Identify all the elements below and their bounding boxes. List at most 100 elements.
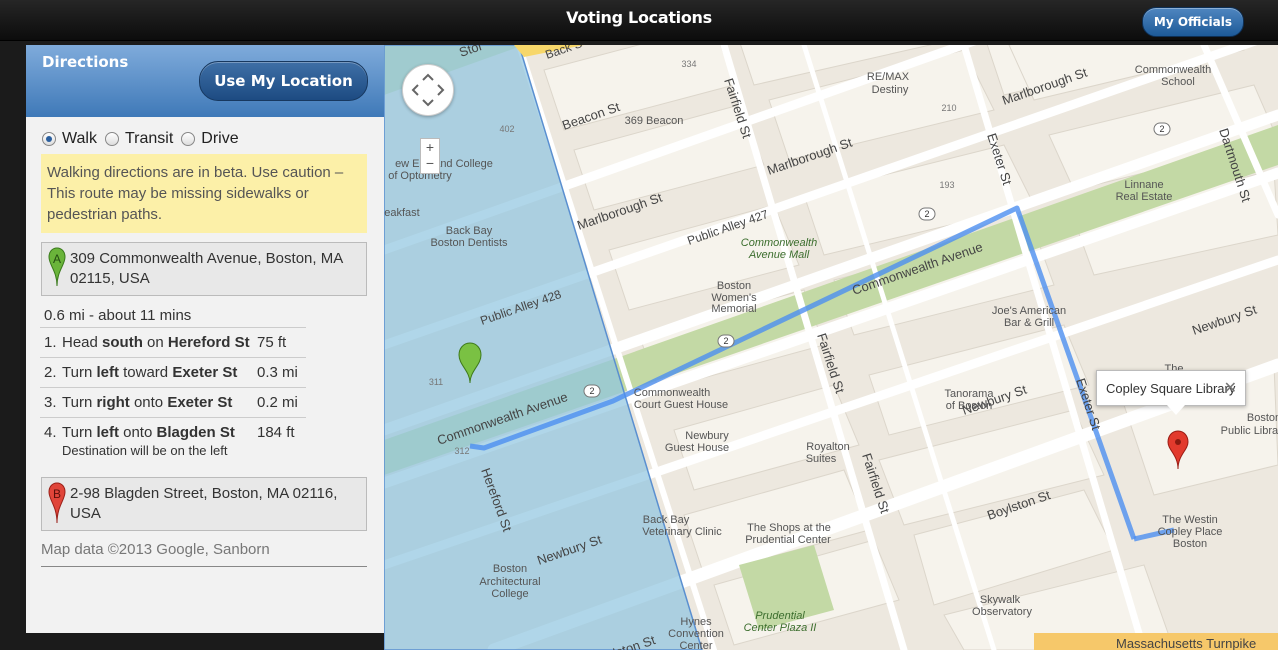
poi-label: Center Plaza II xyxy=(744,622,817,634)
marker-b-icon: B xyxy=(48,482,66,524)
step-distance: 184 ft xyxy=(257,424,295,441)
mode-transit[interactable]: Transit xyxy=(104,130,174,148)
mode-walk[interactable]: Walk xyxy=(42,130,97,148)
poi-label: Boston xyxy=(1247,412,1278,424)
poi-label: Convention xyxy=(668,628,724,640)
poi-label: ew England College xyxy=(395,158,493,170)
svg-text:334: 334 xyxy=(681,59,696,69)
svg-text:210: 210 xyxy=(941,103,956,113)
svg-text:193: 193 xyxy=(939,180,954,190)
step-note: Destination will be on the left xyxy=(62,443,228,458)
poi-label: Prudential Center xyxy=(745,534,831,546)
poi-label: Royalton xyxy=(806,441,849,453)
zoom-in-button[interactable]: + xyxy=(421,139,439,155)
svg-text:A: A xyxy=(53,252,61,266)
svg-text:2: 2 xyxy=(589,386,594,396)
step-row: 3. Turn right onto Exeter St 0.2 mi xyxy=(40,387,306,417)
poi-label: Bar & Grill xyxy=(1004,317,1054,329)
poi-label: Court Guest House xyxy=(634,399,728,411)
svg-text:311: 311 xyxy=(429,377,443,387)
directions-title: Directions xyxy=(42,53,129,71)
map-canvas[interactable]: Commonwealth Avenue Commonwealth Avenue … xyxy=(384,45,1278,650)
pan-control[interactable] xyxy=(402,64,454,116)
poi-label: Commonwealth xyxy=(634,387,710,399)
step-text: Turn right onto Exeter St xyxy=(62,394,233,411)
poi-label: Boston Dentists xyxy=(430,237,508,249)
poi-label: Veterinary Clinic xyxy=(642,526,722,538)
drive-radio[interactable] xyxy=(181,132,196,146)
walk-label: Walk xyxy=(62,130,97,147)
drive-label: Drive xyxy=(201,130,239,147)
map-view[interactable]: Commonwealth Avenue Commonwealth Avenue … xyxy=(384,45,1278,650)
transit-label: Transit xyxy=(124,130,174,147)
poi-label: Avenue Mall xyxy=(748,249,810,261)
poi-label: 369 Beacon xyxy=(625,115,684,127)
top-bar: Voting Locations My Officials xyxy=(0,0,1278,41)
step-distance: 75 ft xyxy=(257,334,287,351)
zoom-out-button[interactable]: − xyxy=(421,155,439,171)
marker-a-icon: A xyxy=(48,247,66,287)
poi-label: Back Bay xyxy=(446,225,493,237)
pan-arrows-icon xyxy=(411,73,445,107)
step-row: 1. Head south on Hereford St 75 ft xyxy=(40,327,306,357)
poi-label: of Boston xyxy=(946,400,992,412)
step-number: 2. xyxy=(44,364,57,381)
mode-drive[interactable]: Drive xyxy=(181,130,239,148)
poi-label: The Westin xyxy=(1162,514,1217,526)
poi-label: Memorial xyxy=(711,303,756,315)
poi-label: Commonwealth xyxy=(1135,64,1211,76)
walk-radio[interactable] xyxy=(42,132,56,146)
poi-label: Skywalk xyxy=(980,594,1021,606)
app-title: Voting Locations xyxy=(566,8,712,27)
poi-label: eakfast xyxy=(384,207,419,219)
destination-address: B 2-98 Blagden Street, Boston, MA 02116,… xyxy=(41,477,367,531)
route-summary: 0.6 mi - about 11 mins xyxy=(44,307,192,324)
my-officials-button[interactable]: My Officials xyxy=(1141,7,1244,37)
step-distance: 0.2 mi xyxy=(257,394,298,411)
poi-label: Linnane xyxy=(1124,179,1163,191)
poi-label: Boston xyxy=(717,280,751,292)
poi-label: Copley Place xyxy=(1158,526,1223,538)
step-number: 1. xyxy=(44,334,57,351)
directions-panel: Directions Use My Location Walk Transit … xyxy=(26,45,385,633)
svg-text:B: B xyxy=(53,487,61,501)
poi-label: Back Bay xyxy=(643,514,690,526)
poi-label: RE/MAX xyxy=(867,71,910,83)
poi-label: College xyxy=(491,588,528,600)
map-credits: Map data ©2013 Google, Sanborn xyxy=(41,541,367,567)
transit-radio[interactable] xyxy=(104,132,119,146)
poi-label: Guest House xyxy=(665,442,729,454)
walking-beta-warning: Walking directions are in beta. Use caut… xyxy=(41,154,367,233)
poi-label: Hynes xyxy=(680,616,712,628)
svg-text:2: 2 xyxy=(723,336,728,346)
step-text: Turn left toward Exeter St xyxy=(62,364,238,381)
poi-label: Boston xyxy=(1173,538,1207,550)
origin-address: A 309 Commonwealth Avenue, Boston, MA 02… xyxy=(41,242,367,296)
poi-label: Newbury xyxy=(685,430,729,442)
step-number: 4. xyxy=(44,424,57,441)
info-window-title: Copley Square Library xyxy=(1106,381,1236,396)
poi-label: Public Library xyxy=(1221,425,1278,437)
poi-label: Prudential xyxy=(755,610,805,622)
poi-label: School xyxy=(1161,76,1195,88)
route-steps: 1. Head south on Hereford St 75 ft 2. Tu… xyxy=(40,327,306,464)
travel-mode-group: Walk Transit Drive xyxy=(42,130,247,148)
step-distance: 0.3 mi xyxy=(257,364,298,381)
step-text: Head south on Hereford St xyxy=(62,334,250,351)
poi-label: Observatory xyxy=(972,606,1032,618)
location-info-window: Copley Square Library ✕ xyxy=(1096,370,1246,415)
step-number: 3. xyxy=(44,394,57,411)
poi-label: Destiny xyxy=(872,84,909,96)
street-label: Massachusetts Turnpike xyxy=(1116,636,1256,650)
poi-label: Real Estate xyxy=(1116,191,1173,203)
svg-text:312: 312 xyxy=(454,446,469,456)
directions-header: Directions Use My Location xyxy=(26,45,384,117)
poi-label: Suites xyxy=(806,453,837,465)
poi-label: Boston xyxy=(493,563,527,575)
svg-text:2: 2 xyxy=(1159,124,1164,134)
poi-label: Commonwealth xyxy=(741,237,817,249)
poi-label: The Shops at the xyxy=(747,522,831,534)
step-row: 2. Turn left toward Exeter St 0.3 mi xyxy=(40,357,306,387)
use-my-location-button[interactable]: Use My Location xyxy=(199,61,368,101)
close-icon[interactable]: ✕ xyxy=(1224,371,1237,407)
